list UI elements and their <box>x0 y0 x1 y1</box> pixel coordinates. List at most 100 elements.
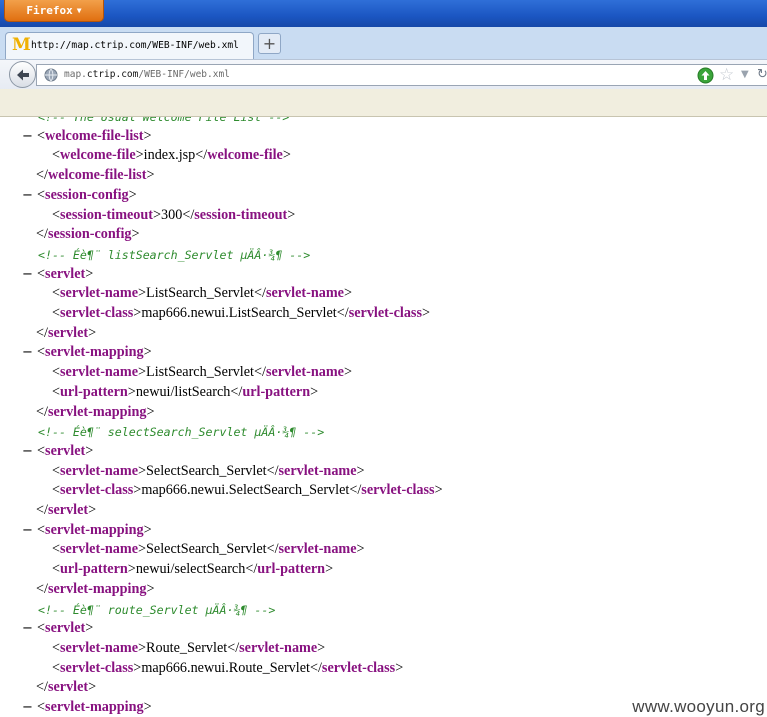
tab-web-xml[interactable]: M http://map.ctrip.com/WEB-INF/web.xml <box>5 32 254 59</box>
xml-text-value: newui/selectSearch <box>135 561 246 578</box>
xml-comment: <!-- Éè¶¨ listSearch_Servlet µÄÂ·¾¶ --> <box>38 247 311 262</box>
xml-line: <servlet-class>map666.newui.ListSearch_S… <box>52 305 430 321</box>
firefox-menu-label: Firefox <box>26 4 73 17</box>
xml-tag-name: url-pattern <box>60 383 128 400</box>
reload-icon[interactable]: ↻ <box>757 67 767 82</box>
collapse-toggle-icon[interactable]: − <box>22 444 37 459</box>
xml-text-value: SelectSearch_Servlet <box>146 462 267 479</box>
collapse-toggle-icon[interactable]: − <box>22 267 37 282</box>
xml-tag-name: servlet-name <box>265 285 344 302</box>
xml-line: </servlet> <box>36 502 97 518</box>
xml-tag-name: welcome-file-list <box>47 167 147 184</box>
xml-tag-name: servlet-mapping <box>45 521 144 538</box>
globe-icon <box>44 68 58 82</box>
watermark: www.wooyun.org <box>632 697 765 716</box>
collapse-toggle-icon[interactable]: − <box>22 188 37 203</box>
xml-tag-name: servlet-name <box>60 364 139 381</box>
xml-line: <servlet-name>Route_Servlet</servlet-nam… <box>52 639 326 656</box>
xml-tag-name: servlet-name <box>239 639 318 656</box>
xml-line: </servlet> <box>36 679 97 696</box>
xml-text-value: SelectSearch_Servlet <box>146 541 267 558</box>
navigation-toolbar: map.ctrip.com/WEB-INF/web.xml ☆ ▼ ↻ <box>0 59 767 90</box>
xml-line: − <session-config> <box>22 186 137 203</box>
xml-line: <servlet-name>SelectSearch_Servlet</serv… <box>52 541 365 558</box>
xml-tag-name: servlet-class <box>348 305 422 321</box>
xml-line: </servlet-mapping> <box>36 580 155 597</box>
xml-tag-name: servlet-mapping <box>47 403 147 420</box>
back-arrow-icon <box>16 69 29 81</box>
window-titlebar: Firefox ▼ <box>0 0 767 27</box>
xml-tag-name: welcome-file-list <box>45 127 144 144</box>
xml-tag-name: servlet-name <box>278 462 357 479</box>
back-button[interactable] <box>9 61 36 88</box>
xml-tag-name: servlet <box>47 324 89 341</box>
xml-tag-name: url-pattern <box>242 383 311 400</box>
collapse-toggle-icon[interactable]: − <box>22 345 37 360</box>
xml-comment: <!-- Éè¶¨ selectSearch_Servlet µÄÂ·¾¶ --… <box>38 425 325 440</box>
xml-tag-name: servlet <box>47 679 89 696</box>
xml-tag-name: servlet-name <box>60 639 139 656</box>
xml-line: <servlet-class>map666.newui.Route_Servle… <box>52 659 404 676</box>
xml-text-value: ListSearch_Servlet <box>146 364 254 381</box>
address-bar[interactable]: map.ctrip.com/WEB-INF/web.xml ☆ ▼ ↻ <box>36 64 767 86</box>
star-icon[interactable]: ☆ <box>719 65 734 85</box>
xml-tag-name: servlet-name <box>278 541 357 558</box>
xml-line: <servlet-name>SelectSearch_Servlet</serv… <box>52 462 365 479</box>
xml-tag-name: servlet <box>47 502 89 518</box>
xml-text-value: map666.newui.Route_Servlet <box>141 659 310 676</box>
firefox-menu-button[interactable]: Firefox ▼ <box>4 0 104 22</box>
go-arrow-icon[interactable] <box>697 67 714 84</box>
collapse-toggle-icon[interactable]: − <box>22 700 37 715</box>
xml-tag-name: servlet-name <box>60 462 139 479</box>
collapse-toggle-icon[interactable]: − <box>22 129 37 144</box>
collapse-toggle-icon[interactable]: − <box>22 621 37 636</box>
dropdown-icon[interactable]: ▼ <box>741 69 749 80</box>
url-text[interactable]: map.ctrip.com/WEB-INF/web.xml <box>64 69 230 80</box>
xml-comment: <!-- Éè¶¨ route_Servlet µÄÂ·¾¶ --> <box>38 602 276 617</box>
xml-tag-name: servlet <box>45 620 86 637</box>
xml-document-view: <!-- The Usual Welcome File List --> − <w… <box>0 117 767 717</box>
xml-tag-name: servlet-mapping <box>45 344 144 361</box>
new-tab-button[interactable]: + <box>258 33 281 54</box>
xml-tag-name: session-timeout <box>60 206 154 223</box>
xml-tag-name: servlet-name <box>60 541 139 558</box>
xml-line: <servlet-name>ListSearch_Servlet</servle… <box>52 285 352 302</box>
xml-text-value: index.jsp <box>143 147 196 164</box>
tab-title: http://map.ctrip.com/WEB-INF/web.xml <box>31 40 239 51</box>
xml-line: − <servlet-mapping> <box>22 699 152 715</box>
xml-line: </servlet> <box>36 324 97 341</box>
url-prefix: map. <box>64 69 87 80</box>
xml-line: </servlet-mapping> <box>36 403 155 420</box>
xml-tag-name: servlet <box>45 442 86 459</box>
xml-line: </session-config> <box>36 226 140 243</box>
bookmarks-toolbar <box>0 89 767 117</box>
xml-tag-name: servlet-mapping <box>47 580 147 597</box>
xml-line: <servlet-class>map666.newui.SelectSearch… <box>52 482 443 499</box>
xml-tag-name: welcome-file <box>60 147 136 164</box>
xml-text-value: ListSearch_Servlet <box>146 285 254 302</box>
xml-tag-name: welcome-file <box>207 147 283 164</box>
xml-tag-name: session-timeout <box>194 206 288 223</box>
xml-text-value: newui/listSearch <box>135 383 231 400</box>
xml-line: − <welcome-file-list> <box>22 127 152 144</box>
xml-line: <session-timeout>300</session-timeout> <box>52 206 296 223</box>
xml-tag-name: servlet-mapping <box>45 699 144 715</box>
xml-line: − <servlet> <box>22 442 94 459</box>
xml-tag-name: servlet-class <box>60 305 134 321</box>
xml-line: <url-pattern>newui/selectSearch</url-pat… <box>52 561 334 578</box>
xml-text-value: map666.newui.SelectSearch_Servlet <box>141 482 350 499</box>
xml-line: </welcome-file-list> <box>36 167 155 184</box>
site-favicon-icon: M <box>12 35 31 55</box>
chevron-down-icon: ▼ <box>76 6 82 15</box>
collapse-toggle-icon[interactable]: − <box>22 523 37 538</box>
xml-text-value: map666.newui.ListSearch_Servlet <box>141 305 337 321</box>
xml-tag-name: url-pattern <box>257 561 326 578</box>
xml-tag-name: servlet-class <box>60 659 134 676</box>
xml-line: <url-pattern>newui/listSearch</url-patte… <box>52 383 319 400</box>
xml-tag-name: session-config <box>47 226 132 243</box>
xml-tag-name: servlet <box>45 265 86 282</box>
xml-line: <servlet-name>ListSearch_Servlet</servle… <box>52 364 352 381</box>
xml-tag-name: session-config <box>45 186 129 203</box>
xml-text-value: 300 <box>161 206 183 223</box>
url-path: /WEB-INF/web.xml <box>138 69 230 80</box>
